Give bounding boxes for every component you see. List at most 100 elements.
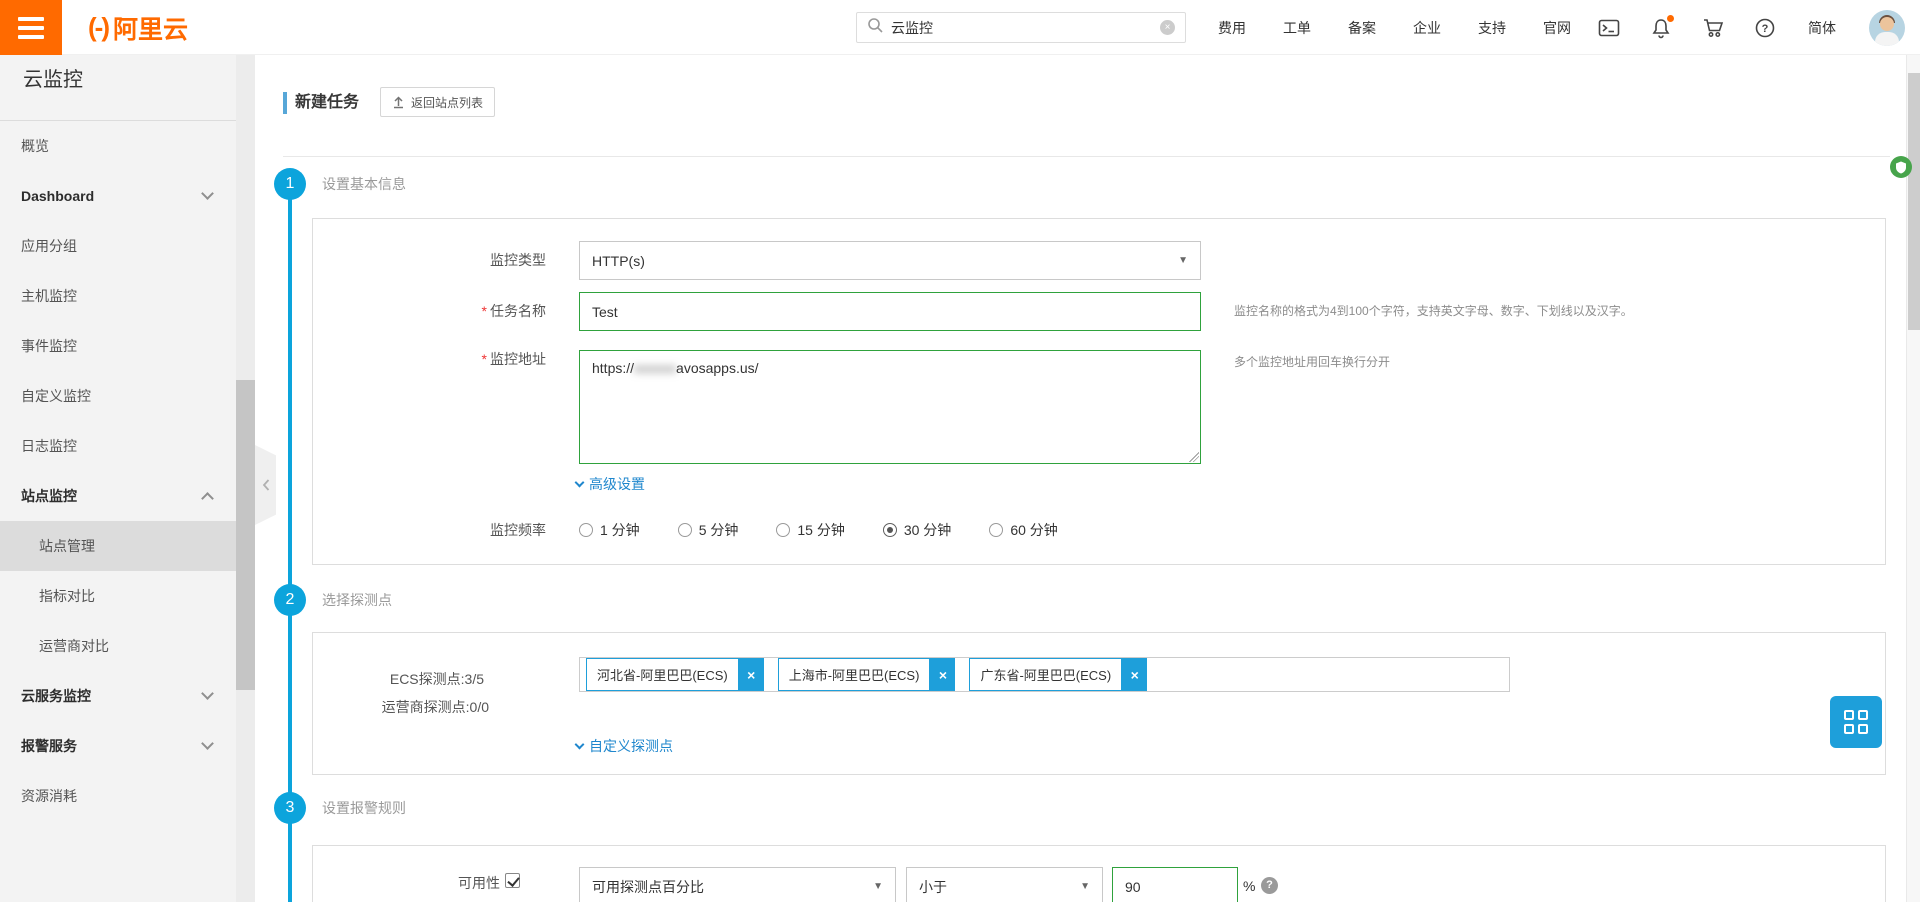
threshold-help-icon[interactable]: ? [1261,877,1278,894]
step-1-badge: 1 [274,168,306,200]
hamburger-menu-button[interactable] [0,0,62,55]
user-avatar[interactable] [1869,10,1905,46]
notifications-bell-icon[interactable] [1650,17,1672,39]
sidebar-item-metric-comparison[interactable]: 指标对比 [0,571,236,621]
sidebar-item-overview[interactable]: 概览 [0,121,236,171]
sidebar-item-app-groups[interactable]: 应用分组 [0,221,236,271]
frequency-label: 监控频率 [313,515,546,545]
nav-item-enterprise[interactable]: 企业 [1413,18,1441,38]
chevron-down-icon [201,187,214,200]
monitor-type-label: 监控类型 [313,241,546,280]
availability-checkbox[interactable] [505,873,520,888]
sidebar-item-host-monitoring[interactable]: 主机监控 [0,271,236,321]
top-bar: (-) 阿里云 云监控 × 费用 工单 备案 企业 支持 官网 [0,0,1920,55]
radio-15min[interactable]: 15 分钟 [776,520,844,540]
sidebar-collapse-handle[interactable] [255,445,276,525]
chevron-up-icon [201,492,214,505]
radio-icon [989,523,1003,537]
chevron-down-icon [575,740,585,750]
radio-icon [776,523,790,537]
sidebar-item-event-monitoring[interactable]: 事件监控 [0,321,236,371]
sidebar-scrollbar-thumb[interactable] [236,380,255,690]
sidebar-item-custom-monitoring[interactable]: 自定义监控 [0,371,236,421]
search-value: 云监控 [891,18,1152,38]
sidebar-scrollbar[interactable] [236,55,255,902]
masked-url-segment: xxxxxx [634,360,676,376]
clear-search-icon[interactable]: × [1160,20,1175,35]
task-name-label: *任务名称 [313,292,546,331]
advanced-settings-link[interactable]: 高级设置 [576,474,645,494]
select-caret-icon: ▼ [1080,881,1090,892]
back-to-site-list-button[interactable]: 返回站点列表 [380,87,495,117]
radio-icon [579,523,593,537]
remove-tag-button[interactable]: × [930,658,955,691]
monitor-url-textarea[interactable]: https://xxxxxxavosapps.us/ [579,350,1201,464]
remove-tag-button[interactable]: × [739,658,764,691]
top-nav: 费用 工单 备案 企业 支持 官网 [1218,0,1571,55]
probe-tag-label: 河北省-阿里巴巴(ECS) [586,658,739,691]
sidebar-item-carrier-comparison[interactable]: 运营商对比 [0,621,236,671]
sidebar-item-log-monitoring[interactable]: 日志监控 [0,421,236,471]
threshold-input[interactable]: 90 [1112,867,1238,902]
carrier-probes-label: 运营商探测点:0/0 [313,693,489,721]
monitor-type-select[interactable]: HTTP(s) ▼ [579,241,1201,280]
monitor-url-help: 多个监控地址用回车换行分开 [1234,352,1390,372]
remove-tag-button[interactable]: × [1122,658,1147,691]
cart-icon[interactable] [1702,17,1724,39]
chevron-down-icon [201,737,214,750]
metric-select[interactable]: 可用探测点百分比 ▼ [579,867,896,902]
page-scrollbar-thumb[interactable] [1908,73,1920,330]
nav-item-official-site[interactable]: 官网 [1543,18,1571,38]
security-shield-badge[interactable] [1890,156,1912,178]
step-2-badge: 2 [274,584,306,616]
task-name-input[interactable]: Test [579,292,1201,331]
basic-info-panel: 监控类型 HTTP(s) ▼ *任务名称 Test 监控名称的格式为4到100个… [312,218,1886,565]
cloudshell-icon[interactable] [1598,17,1620,39]
sidebar-item-site-management[interactable]: 站点管理 [0,521,236,571]
sidebar: 云监控 概览 Dashboard 应用分组 主机监控 事件监控 自定义监控 日志… [0,55,236,902]
search-icon [867,17,883,38]
notification-dot [1667,15,1674,22]
nav-item-billing[interactable]: 费用 [1218,18,1246,38]
radio-60min[interactable]: 60 分钟 [989,520,1057,540]
sidebar-item-cloud-service-monitoring[interactable]: 云服务监控 [0,671,236,721]
help-icon[interactable]: ? [1754,17,1776,39]
aliyun-logo[interactable]: (-) 阿里云 [88,0,188,55]
percent-unit-label: % [1243,867,1255,902]
radio-5min[interactable]: 5 分钟 [678,520,739,540]
textarea-resize-handle[interactable] [1189,452,1199,462]
custom-probes-link[interactable]: 自定义探测点 [576,736,673,756]
global-search-input[interactable]: 云监控 × [856,12,1186,43]
probe-tag-label: 广东省-阿里巴巴(ECS) [969,658,1122,691]
probe-tag: 广东省-阿里巴巴(ECS) × [969,658,1147,691]
step-2-label: 选择探测点 [322,590,392,610]
select-caret-icon: ▼ [873,881,883,892]
nav-item-ticket[interactable]: 工单 [1283,18,1311,38]
back-arrow-icon [392,96,405,109]
aliyun-logo-text: 阿里云 [113,10,188,46]
radio-30min-selected[interactable]: 30 分钟 [883,520,951,540]
operator-select[interactable]: 小于 ▼ [906,867,1103,902]
probe-points-panel: ECS探测点:3/5 运营商探测点:0/0 河北省-阿里巴巴(ECS) × 上海… [312,632,1886,775]
sidebar-item-site-monitoring[interactable]: 站点监控 [0,471,236,521]
probe-tags-input[interactable]: 河北省-阿里巴巴(ECS) × 上海市-阿里巴巴(ECS) × 广东省-阿里巴巴… [579,657,1510,692]
sidebar-menu: 概览 Dashboard 应用分组 主机监控 事件监控 自定义监控 日志监控 站… [0,121,236,821]
locale-switch[interactable]: 简体 [1808,0,1836,55]
probe-tag-label: 上海市-阿里巴巴(ECS) [778,658,931,691]
required-mark: * [482,351,487,367]
top-icon-bar: ? [1598,0,1776,55]
shield-icon [1895,161,1907,174]
frequency-radio-group: 1 分钟 5 分钟 15 分钟 30 分钟 60 分钟 [579,515,1058,545]
sidebar-item-resource-consumption[interactable]: 资源消耗 [0,771,236,821]
svg-text:?: ? [1762,23,1769,35]
radio-1min[interactable]: 1 分钟 [579,520,640,540]
avatar-face [1880,17,1894,31]
sidebar-item-dashboard[interactable]: Dashboard [0,171,236,221]
page-scrollbar[interactable] [1906,55,1920,902]
nav-item-support[interactable]: 支持 [1478,18,1506,38]
quick-apps-button[interactable] [1830,696,1882,748]
alarm-rules-panel: 可用性 可用探测点百分比 ▼ 小于 ▼ 90 % ? [312,845,1886,902]
sidebar-item-alarm-service[interactable]: 报警服务 [0,721,236,771]
nav-item-icp[interactable]: 备案 [1348,18,1376,38]
task-name-help: 监控名称的格式为4到100个字符，支持英文字母、数字、下划线以及汉字。 [1234,292,1633,331]
